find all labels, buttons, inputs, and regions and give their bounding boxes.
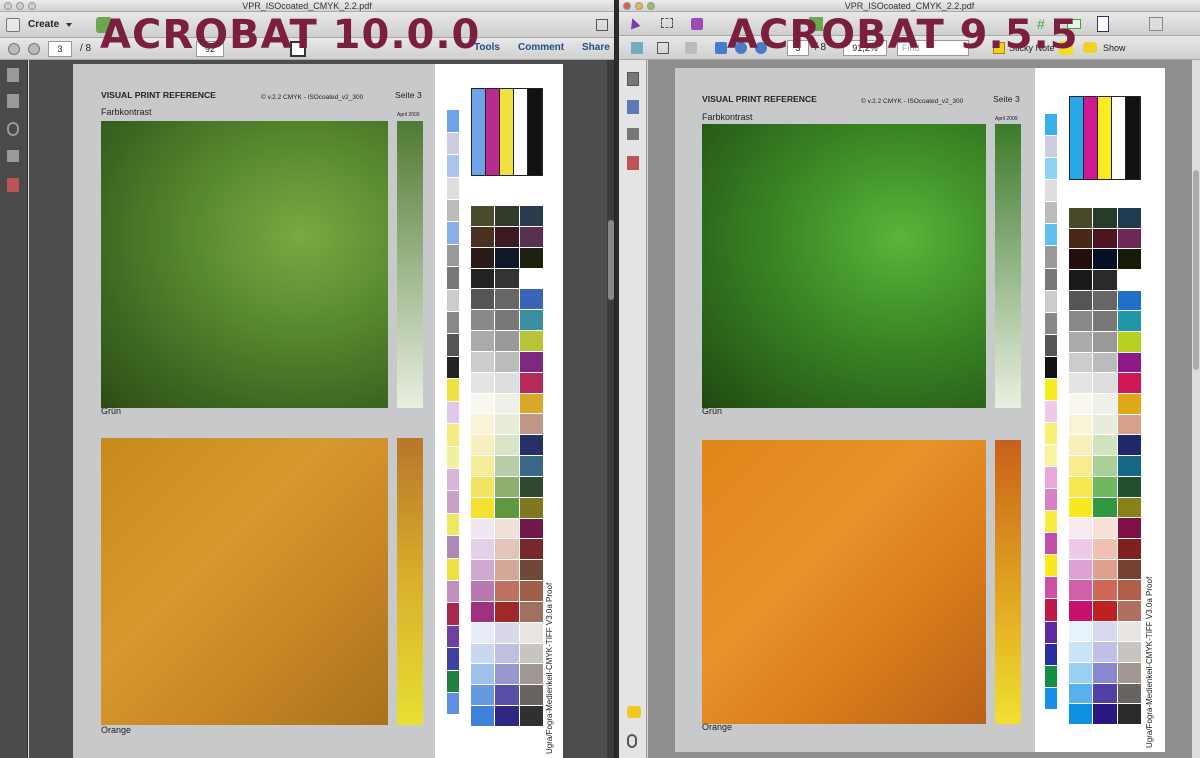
comments-icon[interactable] — [627, 706, 641, 718]
next-page-icon[interactable] — [28, 43, 40, 55]
acrobat-9-window: VPR_ISOcoated_CMYK_2.2.pdf # 3 / 8 91,2%… — [619, 0, 1200, 758]
section-farbkontrast: Farbkontrast — [702, 112, 753, 122]
acrobat-10-window: VPR_ISOcoated_CMYK_2.2.pdf Create 3 / 8 … — [0, 0, 615, 758]
close-button[interactable] — [4, 2, 12, 10]
orange-gradient-bar — [397, 438, 423, 725]
wedge-caption: Ugra/Fogra-Medienkeil-CMYK-TIFF V3.0a Pr… — [1145, 576, 1154, 748]
minimize-button[interactable] — [16, 2, 24, 10]
create-icon[interactable] — [6, 18, 20, 32]
attachments-icon[interactable] — [7, 122, 19, 136]
show-button[interactable]: Show — [1103, 43, 1126, 53]
version-overlay: ACROBAT 10.0.0 — [100, 12, 481, 58]
minimize-button[interactable] — [635, 2, 643, 10]
edit-icon[interactable] — [1149, 17, 1163, 31]
label-orange: Orange — [101, 725, 132, 735]
bookmarks-icon[interactable] — [627, 100, 639, 114]
window-title: VPR_ISOcoated_CMYK_2.2.pdf — [242, 1, 372, 11]
green-gradient-bar — [995, 124, 1021, 408]
section-farbkontrast: Farbkontrast — [101, 107, 152, 117]
attachments-icon[interactable] — [627, 734, 637, 748]
page-label: Seite 3 — [993, 94, 1020, 104]
pdf-page: VISUAL PRINT REFERENCE © v.2.2 CMYK - IS… — [73, 64, 563, 758]
window-controls[interactable] — [4, 2, 36, 10]
lock-icon[interactable] — [685, 42, 697, 54]
pages-icon[interactable] — [7, 68, 19, 82]
pdf-page: VISUAL PRINT REFERENCE © v.2.2 CMYK - IS… — [675, 68, 1165, 752]
step-wedge — [447, 88, 459, 738]
zoom-button[interactable] — [647, 2, 655, 10]
bookmarks-icon[interactable] — [7, 94, 19, 108]
security-icon[interactable] — [7, 178, 19, 192]
cmyk-bar — [1069, 96, 1141, 180]
scroll-thumb[interactable] — [608, 220, 614, 300]
step-wedge — [1045, 92, 1057, 732]
navigation-pane — [0, 60, 28, 758]
zoom-out-icon[interactable] — [715, 42, 727, 54]
label-gruen: Grün — [101, 406, 122, 416]
page-total: / 8 — [80, 43, 92, 54]
page-number-input[interactable]: 3 — [48, 41, 72, 57]
date-label: April 2009 — [995, 116, 1018, 122]
color-patches — [471, 206, 543, 726]
vertical-scrollbar[interactable] — [607, 60, 614, 758]
pages-icon[interactable] — [627, 72, 639, 86]
leaf-photo — [702, 124, 986, 408]
signatures-icon[interactable] — [7, 150, 19, 162]
thumbnails-icon[interactable] — [631, 42, 643, 54]
date-label: April 2009 — [397, 112, 420, 118]
marquee-icon[interactable] — [661, 18, 673, 28]
security-icon[interactable] — [627, 156, 639, 170]
fit-icon[interactable] — [657, 42, 669, 54]
green-gradient-bar — [397, 121, 423, 408]
cmyk-bar — [471, 88, 543, 176]
document-version: © v.2.2 CMYK - ISOcoated_v2_300 — [861, 98, 964, 105]
document-title: VISUAL PRINT REFERENCE — [702, 94, 817, 104]
comment-tab[interactable]: Comment — [518, 42, 564, 53]
wedge-caption: Ugra/Fogra-Medienkeil-CMYK-TIFF V3.0a Pr… — [545, 582, 554, 754]
close-button[interactable] — [623, 2, 631, 10]
zoom-button[interactable] — [28, 2, 36, 10]
version-overlay: ACROBAT 9.5.5 — [727, 12, 1079, 58]
page-icon[interactable] — [1097, 16, 1109, 32]
label-orange: Orange — [702, 722, 733, 732]
dropdown-arrow-icon[interactable] — [66, 23, 72, 27]
navigation-pane — [619, 60, 647, 758]
title-bar: VPR_ISOcoated_CMYK_2.2.pdf — [0, 0, 614, 12]
previous-page-icon[interactable] — [8, 43, 20, 55]
document-title: VISUAL PRINT REFERENCE — [101, 90, 216, 100]
page-label: Seite 3 — [395, 90, 422, 100]
fullscreen-icon[interactable] — [596, 19, 608, 31]
hand-tool-icon[interactable] — [691, 18, 703, 30]
show-icon[interactable] — [1083, 42, 1097, 53]
orange-gradient-bar — [995, 440, 1021, 724]
vertical-scrollbar[interactable] — [1192, 60, 1200, 758]
select-tool-icon[interactable] — [627, 16, 641, 30]
color-patches — [1069, 208, 1141, 724]
document-version: © v.2.2 CMYK - ISOcoated_v2_300 — [261, 94, 364, 101]
flower-photo — [702, 440, 986, 724]
window-controls[interactable] — [623, 2, 655, 10]
leaf-photo — [101, 121, 388, 408]
signatures-icon[interactable] — [627, 128, 639, 140]
label-gruen: Grün — [702, 406, 723, 416]
create-button[interactable]: Create — [28, 19, 59, 30]
flower-photo — [101, 438, 388, 725]
scroll-thumb[interactable] — [1193, 170, 1199, 370]
share-tab[interactable]: Share — [582, 42, 610, 53]
window-title: VPR_ISOcoated_CMYK_2.2.pdf — [844, 1, 975, 11]
title-bar: VPR_ISOcoated_CMYK_2.2.pdf — [619, 0, 1200, 12]
